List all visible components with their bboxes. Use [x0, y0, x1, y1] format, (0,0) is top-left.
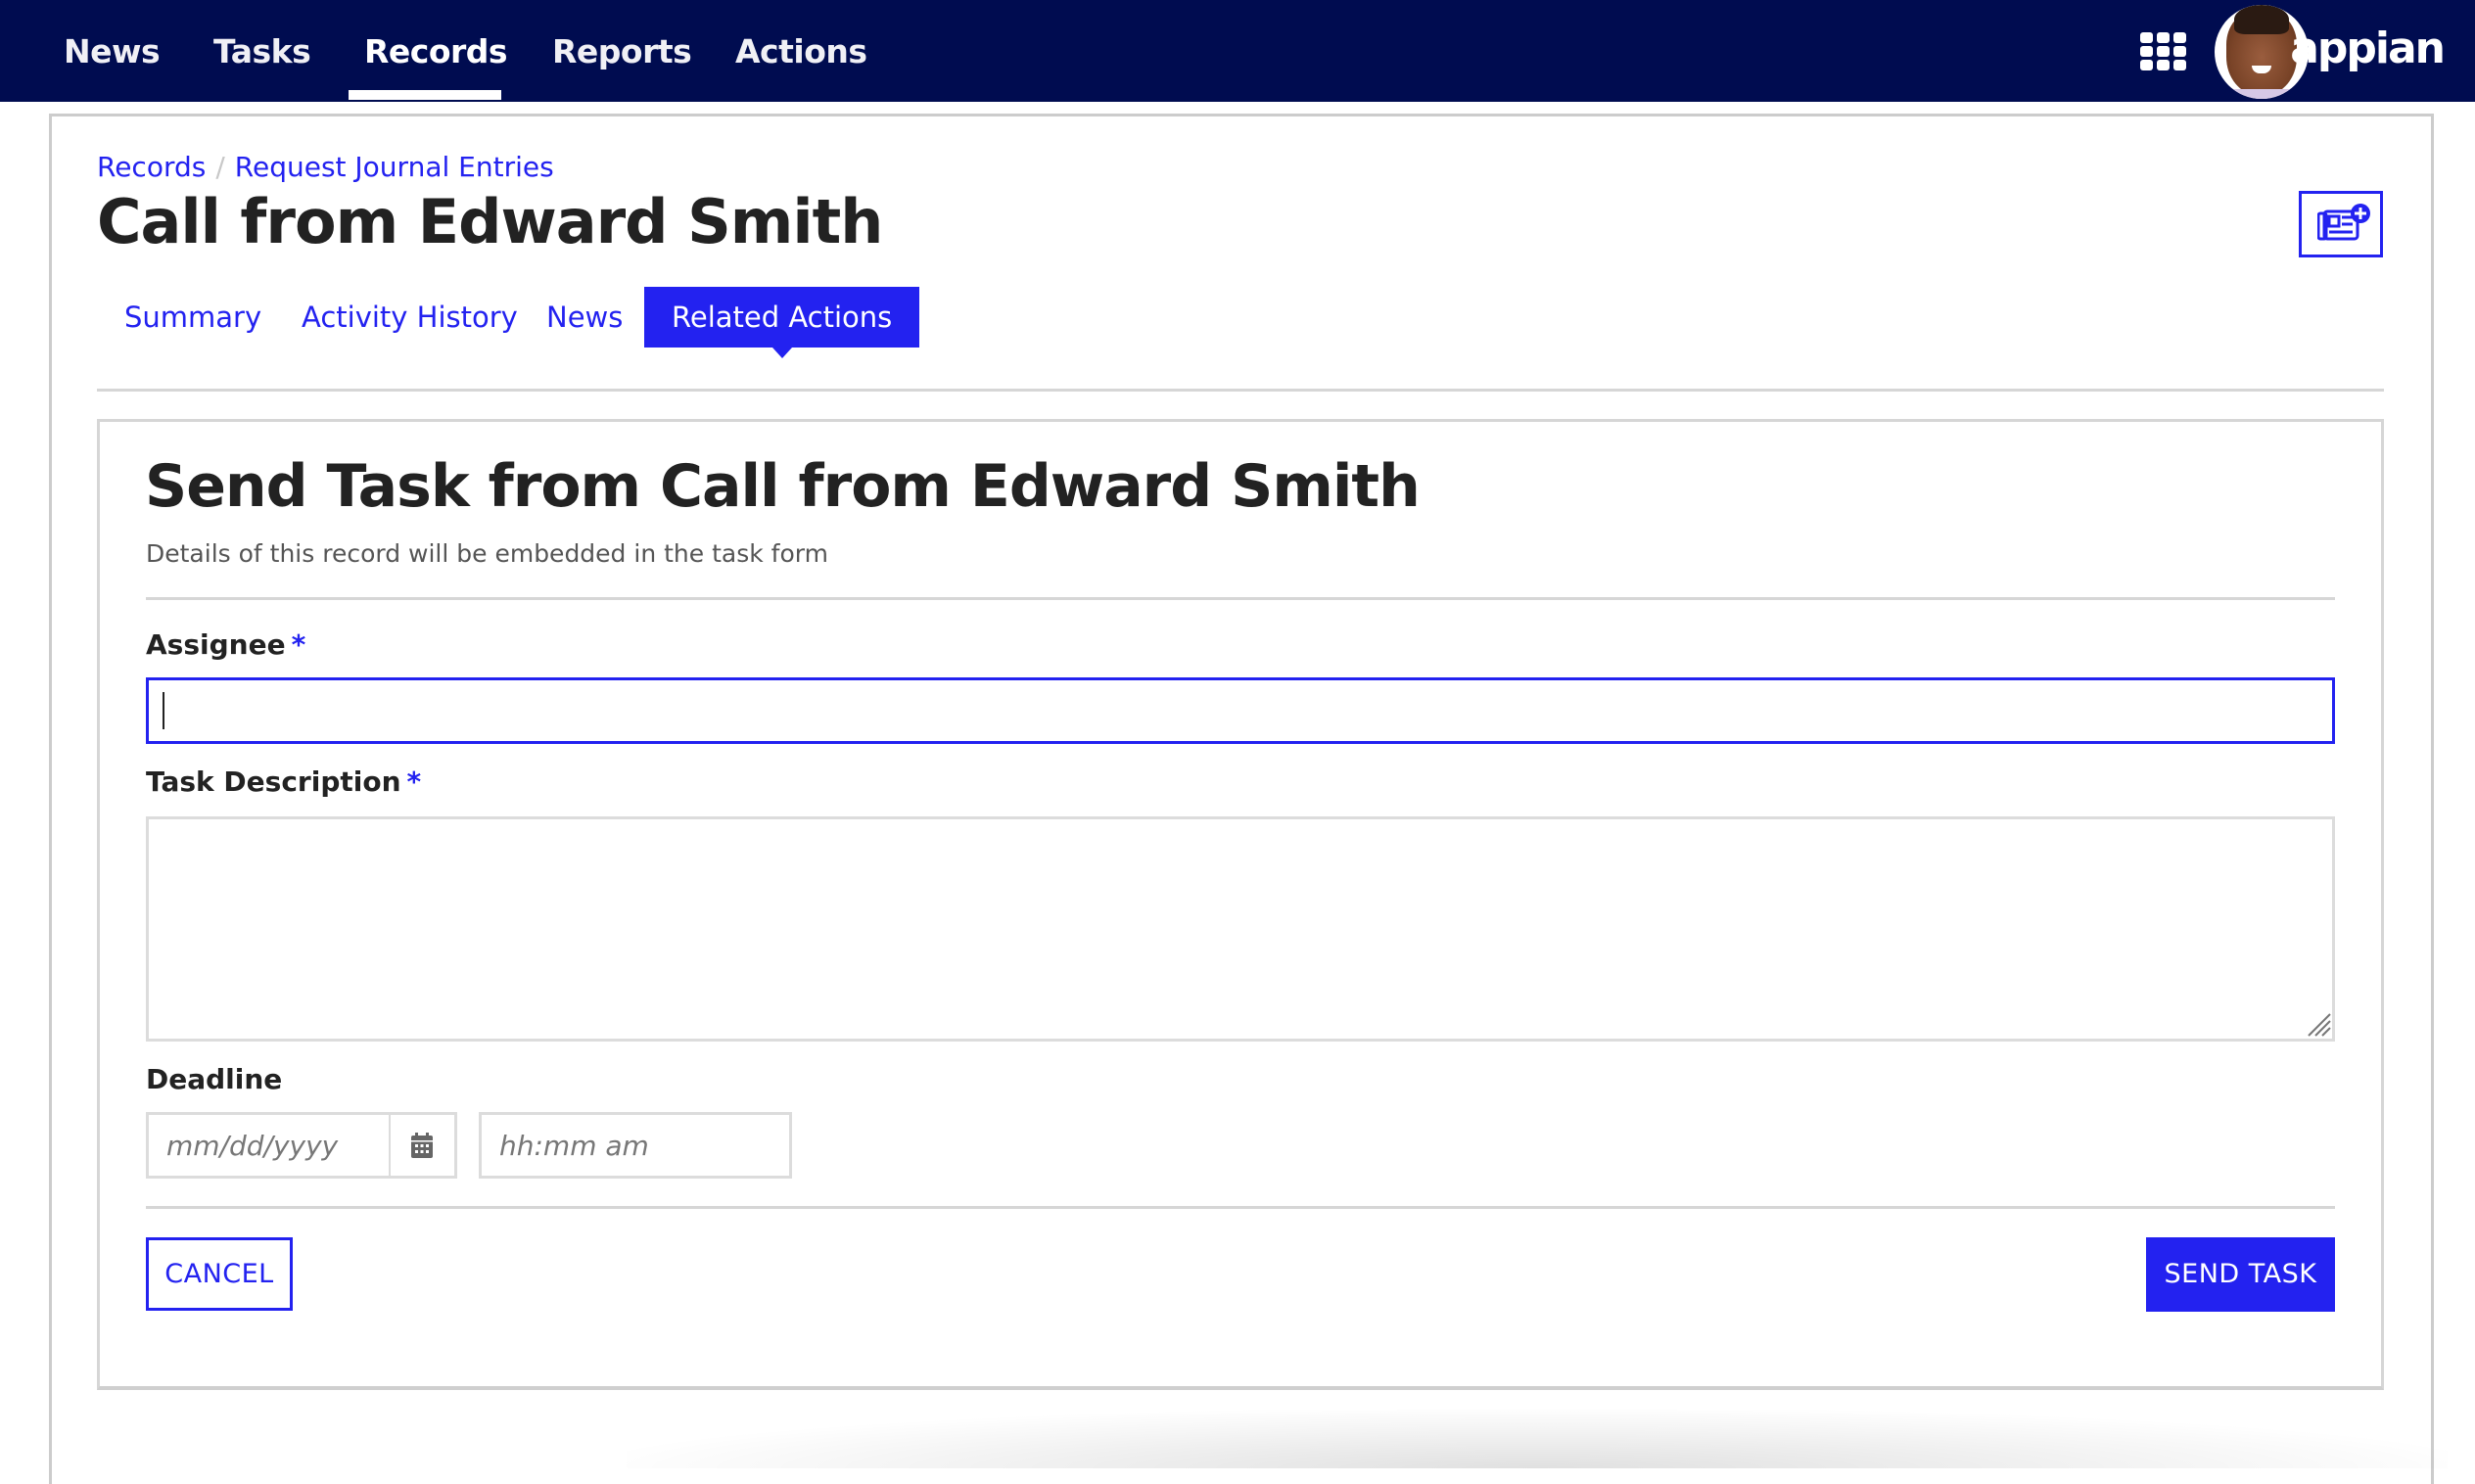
appian-logo: appian: [2290, 23, 2446, 73]
breadcrumb-separator: /: [215, 151, 225, 183]
text-cursor: [163, 692, 164, 729]
form-header-divider: [146, 597, 2335, 600]
required-marker: *: [406, 765, 422, 798]
nav-item-actions[interactable]: Actions: [735, 0, 867, 102]
deadline-time-input[interactable]: [479, 1112, 792, 1179]
nav-item-news[interactable]: News: [64, 0, 161, 102]
breadcrumb: Records / Request Journal Entries: [97, 151, 554, 183]
nav-item-records[interactable]: Records: [364, 0, 508, 102]
form-subtitle: Details of this record will be embedded …: [146, 539, 828, 568]
send-task-button[interactable]: SEND TASK: [2146, 1237, 2335, 1312]
task-description-label-text: Task Description: [146, 765, 401, 798]
tab-related-actions[interactable]: Related Actions: [644, 287, 920, 358]
form-title: Send Task from Call from Edward Smith: [145, 452, 1421, 521]
breadcrumb-records[interactable]: Records: [97, 151, 206, 183]
tab-summary[interactable]: Summary: [97, 287, 289, 348]
date-picker-button[interactable]: [390, 1112, 457, 1179]
tabs-divider: [97, 389, 2384, 392]
tab-activity-history[interactable]: Activity History: [274, 287, 545, 348]
record-title: Call from Edward Smith: [97, 186, 883, 257]
required-marker: *: [291, 628, 306, 661]
top-navigation-bar: News Tasks Records Reports Actions appia…: [0, 0, 2475, 102]
tab-news[interactable]: News: [519, 287, 650, 348]
app-launcher-grid-icon[interactable]: [2140, 32, 2186, 71]
task-description-textarea[interactable]: [146, 816, 2335, 1042]
calendar-icon: [411, 1133, 433, 1158]
nav-item-reports[interactable]: Reports: [552, 0, 692, 102]
breadcrumb-request-journal-entries[interactable]: Request Journal Entries: [235, 151, 554, 183]
assignee-label: Assignee *: [146, 628, 305, 661]
form-footer-divider: [146, 1206, 2335, 1209]
assignee-label-text: Assignee: [146, 628, 286, 661]
deadline-label: Deadline: [146, 1063, 283, 1095]
resize-handle-icon[interactable]: [2307, 1012, 2332, 1038]
nav-item-tasks[interactable]: Tasks: [213, 0, 311, 102]
newspaper-plus-icon: [2317, 204, 2370, 241]
task-description-label: Task Description *: [146, 765, 421, 798]
cancel-button[interactable]: CANCEL: [146, 1237, 293, 1311]
active-nav-indicator: [349, 90, 501, 100]
assignee-input[interactable]: [146, 677, 2335, 744]
bottom-shadow: [627, 1410, 2448, 1468]
deadline-date-input[interactable]: [146, 1112, 392, 1179]
post-news-button[interactable]: [2299, 191, 2383, 257]
